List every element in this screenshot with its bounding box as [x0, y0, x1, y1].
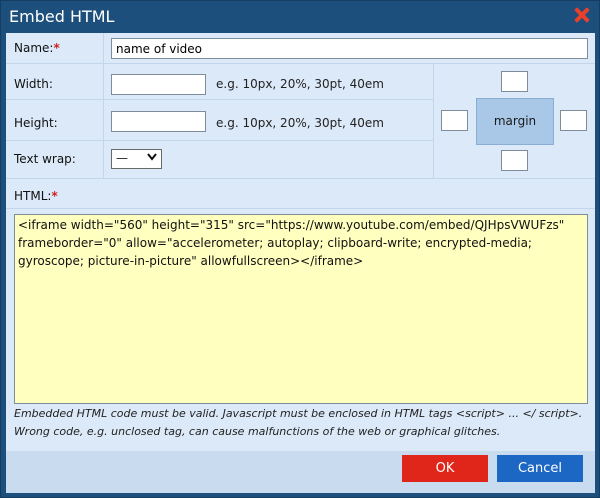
dialog-content: Name:* Width: e.g. 10px, 20%, 30pt, 40em… — [6, 33, 595, 451]
dialog-footer: OK Cancel — [6, 451, 595, 493]
html-code-textarea[interactable]: <iframe width="560" height="315" src="ht… — [14, 214, 588, 404]
textwrap-selected-value: — — [116, 151, 128, 165]
divider — [103, 33, 104, 178]
required-marker: * — [51, 189, 58, 203]
textwrap-label: Text wrap: — [14, 152, 76, 166]
name-input[interactable] — [111, 38, 588, 59]
name-label-text: Name: — [14, 41, 54, 55]
divider — [6, 208, 595, 209]
divider — [6, 99, 433, 100]
embed-html-dialog: Embed HTML Name:* Width: e.g. 10px, 20%,… — [0, 0, 600, 498]
margin-top-input[interactable] — [501, 71, 528, 92]
divider — [6, 63, 595, 64]
required-marker: * — [53, 41, 60, 55]
width-hint: e.g. 10px, 20%, 30pt, 40em — [216, 77, 384, 91]
margin-left-input[interactable] — [441, 110, 468, 131]
divider — [433, 63, 434, 178]
margin-right-input[interactable] — [560, 110, 587, 131]
help-note: Embedded HTML code must be valid. Javasc… — [14, 407, 583, 438]
width-label: Width: — [14, 77, 53, 91]
dialog-title: Embed HTML — [9, 7, 115, 26]
margin-bottom-input[interactable] — [501, 150, 528, 171]
width-input[interactable] — [111, 74, 206, 95]
name-label: Name:* — [14, 41, 60, 55]
textwrap-select[interactable]: — — [111, 149, 162, 169]
ok-button[interactable]: OK — [402, 455, 488, 482]
chevron-down-icon — [147, 153, 157, 164]
divider — [6, 178, 595, 179]
height-label: Height: — [14, 116, 58, 130]
html-label-text: HTML: — [14, 189, 52, 203]
html-label: HTML:* — [14, 189, 58, 203]
divider — [6, 140, 433, 141]
margin-box: margin — [476, 98, 554, 145]
close-icon[interactable] — [573, 6, 591, 24]
height-input[interactable] — [111, 111, 206, 132]
height-hint: e.g. 10px, 20%, 30pt, 40em — [216, 116, 384, 130]
cancel-button[interactable]: Cancel — [497, 455, 583, 482]
